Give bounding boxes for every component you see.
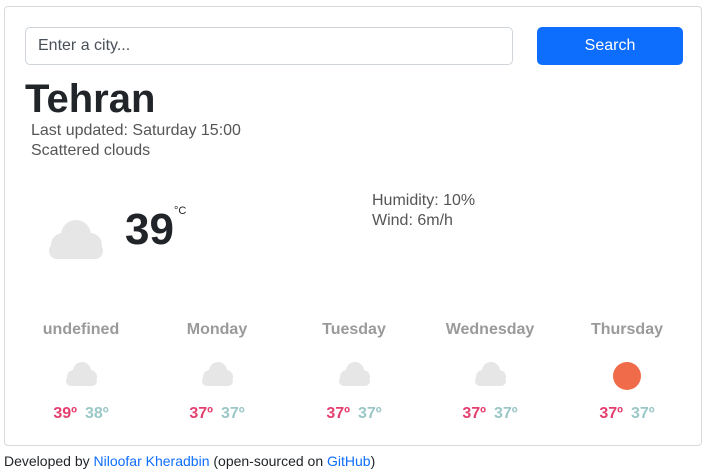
weather-description: Scattered clouds bbox=[31, 142, 151, 159]
footer-middle: (open-sourced on bbox=[209, 453, 328, 469]
forecast-day-name: undefined bbox=[42, 321, 120, 338]
forecast-min-temp: 38º bbox=[85, 405, 109, 422]
cloud-icon bbox=[471, 361, 509, 392]
forecast-day: Thursday 37º 37º bbox=[559, 319, 695, 422]
forecast-day-name: Wednesday bbox=[445, 321, 535, 338]
cloud-icon bbox=[62, 361, 100, 392]
forecast-day-name: Monday bbox=[186, 321, 248, 338]
forecast-day: undefined 39º 38º bbox=[13, 319, 149, 422]
forecast-min-temp: 37º bbox=[358, 405, 382, 422]
forecast-day: Monday 37º 37º bbox=[149, 319, 285, 422]
github-link[interactable]: GitHub bbox=[327, 453, 371, 469]
forecast-min-temp: 37º bbox=[631, 405, 655, 422]
forecast-max-temp: 37º bbox=[599, 405, 623, 422]
city-name: Tehran bbox=[25, 77, 156, 121]
sun-icon bbox=[612, 361, 642, 396]
search-button[interactable]: Search bbox=[537, 27, 683, 65]
forecast-day: Tuesday 37º 37º bbox=[286, 319, 422, 422]
city-search-input[interactable] bbox=[25, 27, 513, 65]
forecast-max-temp: 37º bbox=[326, 405, 350, 422]
forecast-min-temp: 37º bbox=[221, 405, 245, 422]
forecast-day-name: Tuesday bbox=[322, 321, 386, 338]
cloud-icon bbox=[335, 361, 373, 392]
forecast-row: undefined 39º 38º Monday 37º 37º Tuesday bbox=[5, 319, 703, 429]
cloud-icon bbox=[43, 217, 105, 266]
wind: Wind: 6m/h bbox=[372, 212, 453, 229]
forecast-max-temp: 37º bbox=[189, 405, 213, 422]
cloud-icon bbox=[198, 361, 236, 392]
forecast-max-temp: 39º bbox=[53, 405, 77, 422]
temperature-unit: °C bbox=[174, 205, 187, 217]
forecast-min-temp: 37º bbox=[494, 405, 518, 422]
weather-card: Search Tehran Last updated: Saturday 15:… bbox=[4, 6, 702, 446]
footer-suffix: ) bbox=[370, 453, 376, 469]
forecast-max-temp: 37º bbox=[462, 405, 486, 422]
forecast-day-name: Thursday bbox=[590, 321, 663, 338]
footer-prefix: Developed by bbox=[4, 453, 94, 469]
humidity: Humidity: 10% bbox=[372, 192, 476, 209]
author-link[interactable]: Niloofar Kheradbin bbox=[94, 453, 210, 469]
footer: Developed by Niloofar Kheradbin (open-so… bbox=[4, 452, 375, 470]
forecast-day: Wednesday 37º 37º bbox=[422, 319, 558, 422]
current-temperature: 39 bbox=[125, 205, 174, 254]
last-updated: Last updated: Saturday 15:00 bbox=[31, 122, 241, 139]
